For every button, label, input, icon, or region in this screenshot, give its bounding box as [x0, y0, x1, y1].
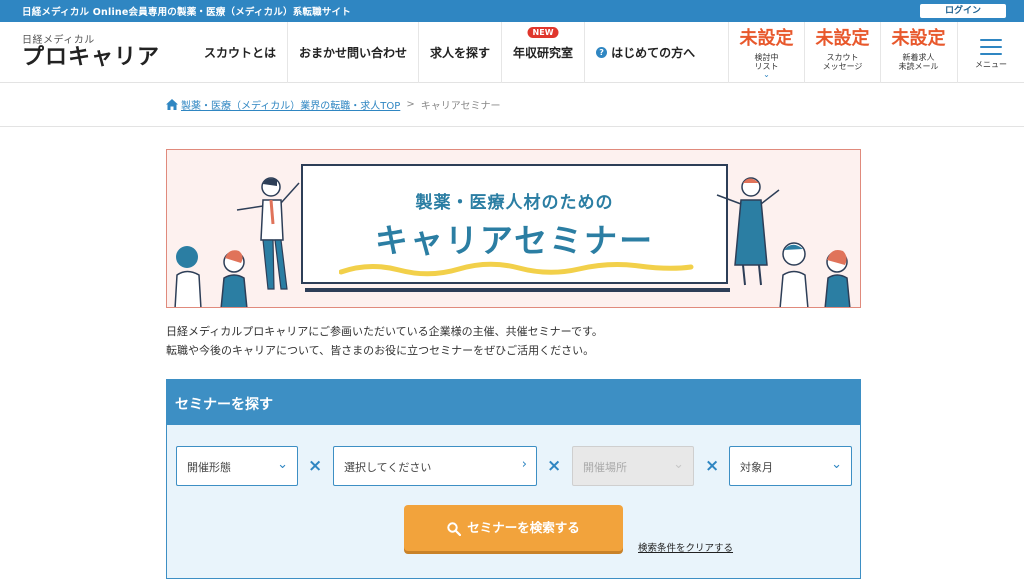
presenter-illustration — [174, 177, 300, 307]
banner-line1: 製薬・医療人材のための — [415, 193, 614, 213]
site-header: 日経メディカル プロキャリア スカウトとは おまかせ問い合わせ 求人を探す NE… — [0, 22, 1024, 83]
chevron-down-icon: ⌄ — [673, 457, 684, 472]
banner-line2: キャリアセミナー — [374, 221, 655, 260]
format-select[interactable]: 開催形態 ⌄ — [176, 446, 298, 486]
times-icon: × — [308, 456, 323, 476]
login-button[interactable]: ログイン — [920, 4, 1006, 18]
times-icon: × — [705, 456, 720, 476]
location-select[interactable]: 開催場所 ⌄ — [572, 446, 694, 486]
status-label: 新着求人 未読メール — [898, 53, 939, 71]
chevron-down-icon: ⌄ — [763, 70, 770, 79]
nav-item-beginners[interactable]: ? はじめての方へ — [584, 22, 706, 83]
top-bar: 日経メディカル Online会員専用の製薬・医療（メディカル）系転職サイト ログ… — [0, 0, 1024, 22]
status-label: スカウト メッセージ — [822, 53, 863, 71]
seminar-search-panel: セミナーを探す 開催形態 ⌄ × 選択してください › × 開催場所 ⌄ × 対… — [166, 379, 861, 579]
nav-item-label: はじめての方へ — [611, 46, 696, 60]
month-select-value: 対象月 — [740, 461, 773, 474]
breadcrumb-separator: > — [406, 99, 415, 110]
banner-board: 製薬・医療人材のための キャリアセミナー — [301, 164, 728, 284]
format-select-value: 開催形態 — [187, 461, 231, 474]
nav-item-salary-lab[interactable]: NEW 年収研究室 — [501, 22, 584, 83]
menu-button[interactable]: メニュー — [957, 22, 1024, 83]
status-value: 未設定 — [815, 28, 870, 49]
favorites-list-status[interactable]: 未設定 検討中 リスト ⌄ — [728, 22, 804, 83]
nav-item-label: スカウトとは — [204, 46, 277, 60]
new-jobs-mail-status[interactable]: 未設定 新着求人 未読メール — [880, 22, 956, 83]
chevron-down-icon: ⌄ — [277, 457, 288, 472]
status-value: 未設定 — [891, 28, 946, 49]
breadcrumb-home-link[interactable]: 製薬・医療（メディカル）業界の転職・求人TOP — [181, 97, 400, 112]
scout-message-status[interactable]: 未設定 スカウト メッセージ — [804, 22, 880, 83]
hamburger-icon — [980, 39, 1002, 55]
search-button-label: セミナーを検索する — [467, 520, 580, 535]
intro-text: 日経メディカルプロキャリアにご参画いただいている企業様の主催、共催セミナーです。… — [166, 322, 603, 360]
nav-item-jobs[interactable]: 求人を探す — [418, 22, 501, 83]
logo-title: プロキャリア — [22, 45, 161, 70]
menu-label: メニュー — [975, 60, 1007, 69]
nav-item-label: 求人を探す — [430, 46, 491, 60]
search-seminar-button[interactable]: セミナーを検索する — [404, 505, 623, 551]
times-icon: × — [547, 456, 562, 476]
board-shadow — [305, 288, 730, 292]
location-select-value: 開催場所 — [583, 461, 627, 474]
status-value: 未設定 — [739, 28, 794, 49]
search-panel-title: セミナーを探す — [167, 380, 860, 425]
month-select[interactable]: 対象月 ⌄ — [729, 446, 852, 486]
nav-item-label: 年収研究室 — [513, 46, 574, 60]
breadcrumb: 製薬・医療（メディカル）業界の転職・求人TOP > キャリアセミナー — [166, 97, 501, 112]
breadcrumb-current: キャリアセミナー — [420, 101, 501, 112]
question-circle-icon: ? — [596, 47, 608, 58]
chevron-down-icon: ⌄ — [831, 457, 842, 472]
main-nav: スカウトとは おまかせ問い合わせ 求人を探す NEW 年収研究室 ? はじめての… — [193, 22, 706, 83]
logo-subtitle: 日経メディカル — [22, 35, 95, 46]
seminar-banner: 製薬・医療人材のための キャリアセミナー — [166, 149, 861, 308]
banner-underline-decoration — [339, 261, 694, 277]
nav-item-inquiry[interactable]: おまかせ問い合わせ — [287, 22, 418, 83]
new-badge: NEW — [527, 27, 559, 38]
intro-line1: 日経メディカルプロキャリアにご参画いただいている企業様の主催、共催セミナーです。 — [166, 325, 603, 338]
nav-item-scout[interactable]: スカウトとは — [193, 22, 287, 83]
category-select-value: 選択してください — [344, 461, 432, 474]
category-select[interactable]: 選択してください › — [333, 446, 537, 486]
clear-conditions-link[interactable]: 検索条件をクリアする — [638, 540, 733, 554]
home-icon — [166, 99, 178, 110]
nav-item-label: おまかせ問い合わせ — [299, 46, 408, 60]
search-icon — [447, 521, 462, 536]
divider — [0, 126, 1024, 127]
site-logo[interactable]: 日経メディカル プロキャリア — [22, 31, 160, 70]
chevron-right-icon: › — [521, 457, 527, 472]
intro-line2: 転職や今後のキャリアについて、皆さまのお役に立つセミナーをぜひご活用ください。 — [166, 344, 595, 357]
audience-illustration — [716, 177, 851, 307]
status-label: 検討中 リスト — [754, 53, 779, 71]
site-tagline: 日経メディカル Online会員専用の製薬・医療（メディカル）系転職サイト — [22, 7, 351, 18]
